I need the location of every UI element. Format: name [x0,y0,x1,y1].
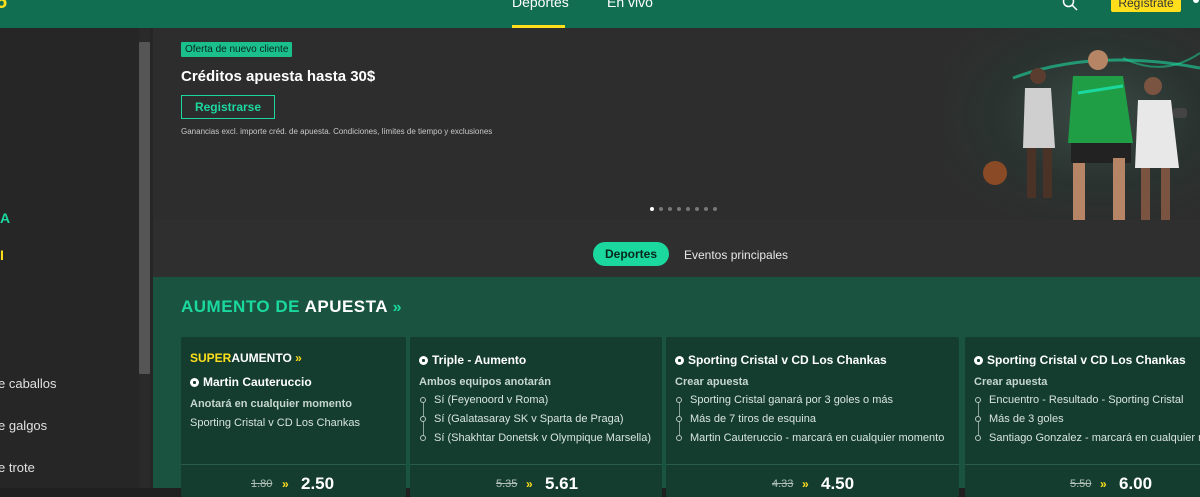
slide-dot[interactable] [659,207,663,211]
old-odds: 4.33 [772,478,794,490]
sidebar-item-caballos[interactable]: e caballos [0,376,57,391]
slide-dot[interactable] [677,207,681,211]
boost-card[interactable]: Triple - Aumento Ambos equipos anotarán … [410,337,662,497]
slide-dot[interactable] [686,207,690,211]
section-title-part-b: APUESTA [304,297,388,316]
soccer-ball-icon [419,356,428,365]
leg-bullet [676,416,682,422]
card-title-text: Triple - Aumento [432,353,527,367]
top-bar: 5 Deportes En vivo Regístrate [0,0,1200,28]
register-button[interactable]: Regístrate [1111,0,1181,12]
sidebar-marker-yellow: I [0,247,4,263]
leg-text: Sí (Shakhtar Donetsk v Olympique Marsell… [434,432,652,444]
category-tabs: Deportes Eventos principales [153,220,1200,277]
chevrons-right-icon: » [392,299,403,316]
new-odds[interactable]: 2.50 [301,474,334,494]
sidebar-item-trote[interactable]: e trote [0,460,35,475]
card-subtitle: Ambos equipos anotarán [419,376,552,388]
banner-headline: Créditos apuesta hasta 30$ [181,68,376,85]
boosts-section: AUMENTO DE APUESTA » SUPERAUMENTO » Mart… [153,277,1200,497]
boost-card[interactable]: SUPERAUMENTO » Martin Cauteruccio Anotar… [181,337,406,497]
aumento-label: AUMENTO [231,351,292,365]
card-title: Martin Cauteruccio [190,375,312,389]
new-odds[interactable]: 4.50 [821,474,854,494]
section-title[interactable]: AUMENTO DE APUESTA » [181,297,402,317]
leg-bullet [975,435,981,441]
sidebar-item-galgos[interactable]: e galgos [0,418,47,433]
boost-card[interactable]: Sporting Cristal v CD Los Chankas Crear … [965,337,1200,497]
old-odds: 5.50 [1070,478,1092,490]
card-divider [181,464,406,465]
leg-bullet [676,397,682,403]
super-boost-label: SUPERAUMENTO » [190,351,302,365]
brand-logo[interactable]: 5 [0,0,7,14]
leg-text: Sí (Feyenoord v Roma) [434,394,549,406]
athletes-image [983,50,1200,220]
boost-arrow-icon: » [1100,477,1107,491]
leg-bullet [975,416,981,422]
old-odds: 5.35 [496,478,518,490]
promo-banner[interactable]: Oferta de nuevo cliente Créditos apuesta… [153,28,1200,220]
card-divider [666,464,959,465]
nav-en-vivo[interactable]: En vivo [607,0,653,10]
soccer-ball-icon [675,356,684,365]
leg-text: Sporting Cristal ganará por 3 goles o má… [690,394,893,406]
leg-text: Santiago Gonzalez - marcará en cualquier… [989,432,1200,444]
card-subtitle: Crear apuesta [675,376,749,388]
banner-terms: Ganancias excl. importe créd. de apuesta… [181,127,493,136]
leg-bullet [676,435,682,441]
slide-dot[interactable] [704,207,708,211]
sidebar: A I e caballos e galgos e trote [0,28,153,488]
leg-bullet [420,416,426,422]
boost-arrow-icon: » [526,477,533,491]
leg-text: Encuentro - Resultado - Sporting Cristal [989,394,1184,406]
slide-dot[interactable] [668,207,672,211]
slide-dot[interactable] [713,207,717,211]
card-title: Sporting Cristal v CD Los Chankas [974,353,1186,367]
soccer-ball-icon [190,378,199,387]
offer-tag: Oferta de nuevo cliente [181,42,293,57]
card-event: Sporting Cristal v CD Los Chankas [190,417,360,429]
slide-dot[interactable] [650,207,654,211]
section-title-part-a: AUMENTO DE [181,297,300,316]
user-icon[interactable] [1190,0,1200,8]
card-subtitle: Crear apuesta [974,376,1048,388]
boost-arrow-icon: » [282,477,289,491]
slide-dots [650,207,717,211]
sidebar-marker-green: A [0,210,11,226]
leg-text: Sí (Galatasaray SK v Sparta de Praga) [434,413,624,425]
card-divider [410,464,662,465]
slide-dot[interactable] [695,207,699,211]
leg-bullet [420,435,426,441]
card-title-text: Martin Cauteruccio [203,375,312,389]
nav-deportes[interactable]: Deportes [512,0,569,10]
banner-register-button[interactable]: Registrarse [181,95,275,119]
leg-text: Martin Cauteruccio - marcará en cualquie… [690,432,945,444]
leg-text: Más de 7 tiros de esquina [690,413,816,425]
card-subtitle: Anotará en cualquier momento [190,398,352,410]
card-title-text: Sporting Cristal v CD Los Chankas [987,353,1186,367]
leg-text: Más de 3 goles [989,413,1064,425]
tab-eventos-principales[interactable]: Eventos principales [684,248,788,262]
boost-arrow-icon: » [802,477,809,491]
super-label: SUPER [190,351,232,365]
chevrons-right-icon: » [295,351,302,365]
new-odds[interactable]: 5.61 [545,474,578,494]
card-divider [965,464,1200,465]
tab-deportes[interactable]: Deportes [593,242,669,266]
search-icon[interactable] [1062,0,1078,11]
leg-bullet [975,397,981,403]
new-odds[interactable]: 6.00 [1119,474,1152,494]
card-title-text: Sporting Cristal v CD Los Chankas [688,353,887,367]
leg-bullet [420,397,426,403]
sidebar-scrollbar[interactable] [139,42,150,374]
old-odds: 1.80 [251,478,273,490]
card-title: Sporting Cristal v CD Los Chankas [675,353,887,367]
card-title: Triple - Aumento [419,353,526,367]
boost-card[interactable]: Sporting Cristal v CD Los Chankas Crear … [666,337,959,497]
soccer-ball-icon [974,356,983,365]
